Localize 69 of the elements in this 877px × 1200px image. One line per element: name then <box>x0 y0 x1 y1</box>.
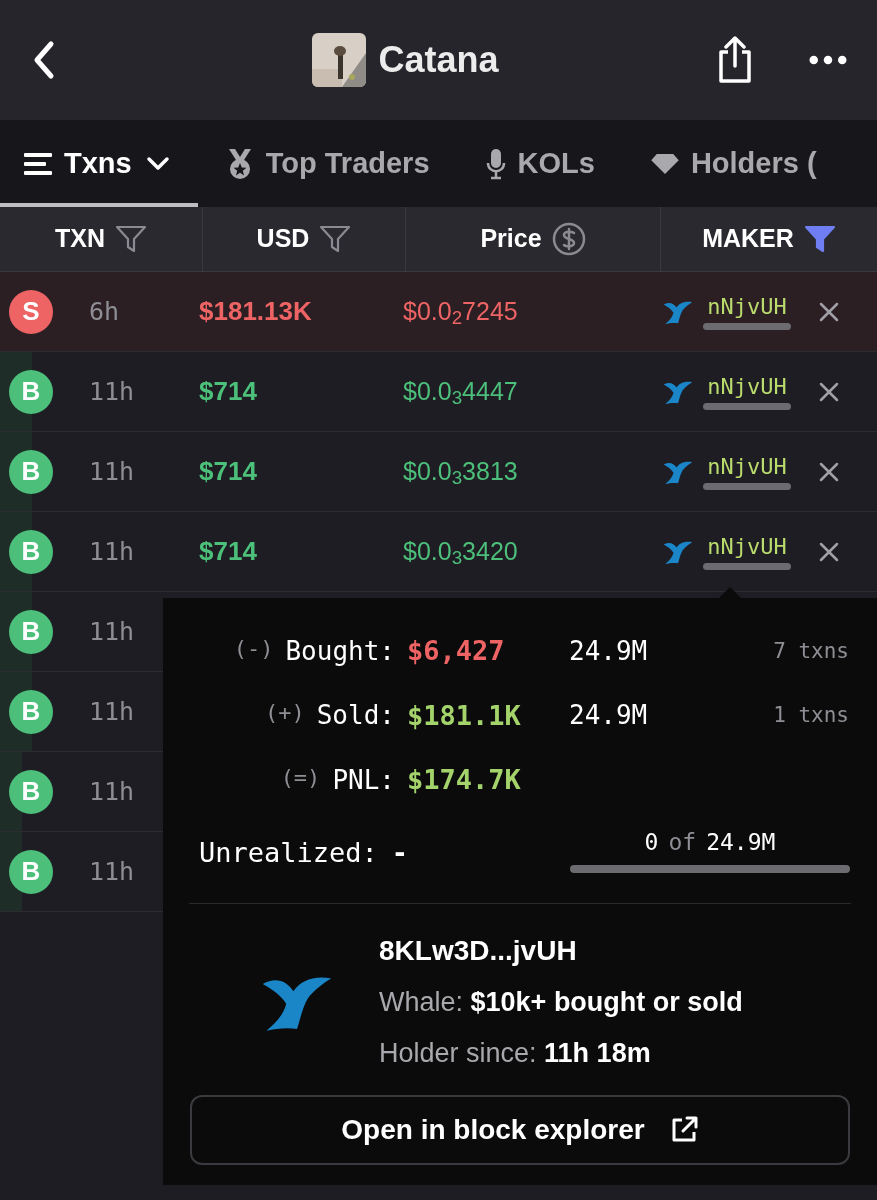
maker-link[interactable]: nNjvUH <box>703 533 791 570</box>
maker-link[interactable]: nNjvUH <box>703 453 791 490</box>
time-cell-text: 11h <box>89 535 136 568</box>
chevron-down-icon <box>145 155 170 172</box>
holder-since: Holder since: 11h 18m <box>379 1036 652 1070</box>
whale-icon <box>663 379 693 404</box>
time-cell-text: 11h <box>89 375 136 408</box>
whale-icon <box>663 539 693 564</box>
column-header: Price <box>480 223 542 255</box>
tab[interactable]: Top Traders <box>197 120 458 207</box>
diamond-icon <box>650 152 679 175</box>
block-explorer-button[interactable]: Open in block explorer <box>190 1095 850 1165</box>
maker-link[interactable]: nNjvUH <box>703 293 791 330</box>
column-header: MAKER <box>702 223 794 255</box>
column-header: USD <box>256 223 310 255</box>
wallet-address: 8KLw3D...jvUH <box>379 934 578 968</box>
usd-cell-text: $181.13K <box>199 295 313 328</box>
amount-value: $181.1K <box>407 698 522 733</box>
side-badge: B <box>9 769 53 814</box>
side-badge: B <box>9 849 53 894</box>
stat-label: Bought: <box>285 634 395 668</box>
sign-label: (+) <box>264 699 305 728</box>
price-cell-text: $0.0$_{3}$3813 <box>403 455 519 491</box>
whale-icon <box>663 459 693 484</box>
more-icon[interactable] <box>809 55 847 65</box>
amount-value: $6,427 <box>407 634 506 668</box>
total-amount: 24.9M <box>706 827 776 857</box>
time-cell-text: 11h <box>89 855 136 888</box>
price-cell-text: $0.0$_{3}$4447 <box>403 375 519 411</box>
column-header: TXN <box>55 223 105 255</box>
usd-cell-text: $714 <box>199 455 258 488</box>
token-title: Catana <box>378 38 499 82</box>
time-cell-text: 6h <box>89 295 121 328</box>
time-cell-text: 11h <box>89 455 136 488</box>
close-icon[interactable] <box>819 541 839 562</box>
sign-label: (-) <box>233 634 274 663</box>
wallet-type: Whale: $10k+ bought or sold <box>379 986 743 1019</box>
dollar-icon[interactable] <box>551 222 586 256</box>
whale-icon <box>663 299 693 324</box>
filter-icon[interactable] <box>115 225 147 253</box>
unrealized-label: Unrealized: <box>199 835 378 870</box>
menu-icon <box>24 151 52 176</box>
txn-count: 7 txns <box>772 637 849 665</box>
sign-label: (=) <box>280 763 321 792</box>
tab[interactable]: KOLs <box>457 120 623 207</box>
price-cell-text: $0.0$_{3}$3420 <box>403 535 519 571</box>
unrealized-value: - <box>391 835 409 870</box>
maker-link[interactable]: nNjvUH <box>703 373 791 410</box>
held-amount: 0 <box>644 827 659 857</box>
txn-count: 1 txns <box>772 702 849 729</box>
token-amount: 24.9M <box>569 634 649 668</box>
amount-value: $174.7K <box>407 763 522 797</box>
usd-cell-text: $714 <box>199 535 258 568</box>
token-amount: 24.9M <box>569 699 649 733</box>
time-cell-text: 11h <box>89 695 136 728</box>
of-label: of <box>668 827 697 857</box>
close-icon[interactable] <box>819 461 839 482</box>
time-cell-text: 11h <box>89 775 136 808</box>
close-icon[interactable] <box>819 301 839 322</box>
filter-icon[interactable] <box>319 225 352 253</box>
usd-cell-text: $714 <box>199 375 258 408</box>
tab[interactable]: Holders ( <box>622 120 845 207</box>
stat-label: Sold: <box>316 699 395 733</box>
time-cell-text: 11h <box>89 615 136 648</box>
price-cell-text: $0.0$_{2}$7245 <box>403 295 519 331</box>
microphone-icon <box>485 147 506 180</box>
stat-label: PNL: <box>332 763 395 797</box>
filter-icon[interactable] <box>803 225 836 253</box>
close-icon[interactable] <box>819 381 839 402</box>
